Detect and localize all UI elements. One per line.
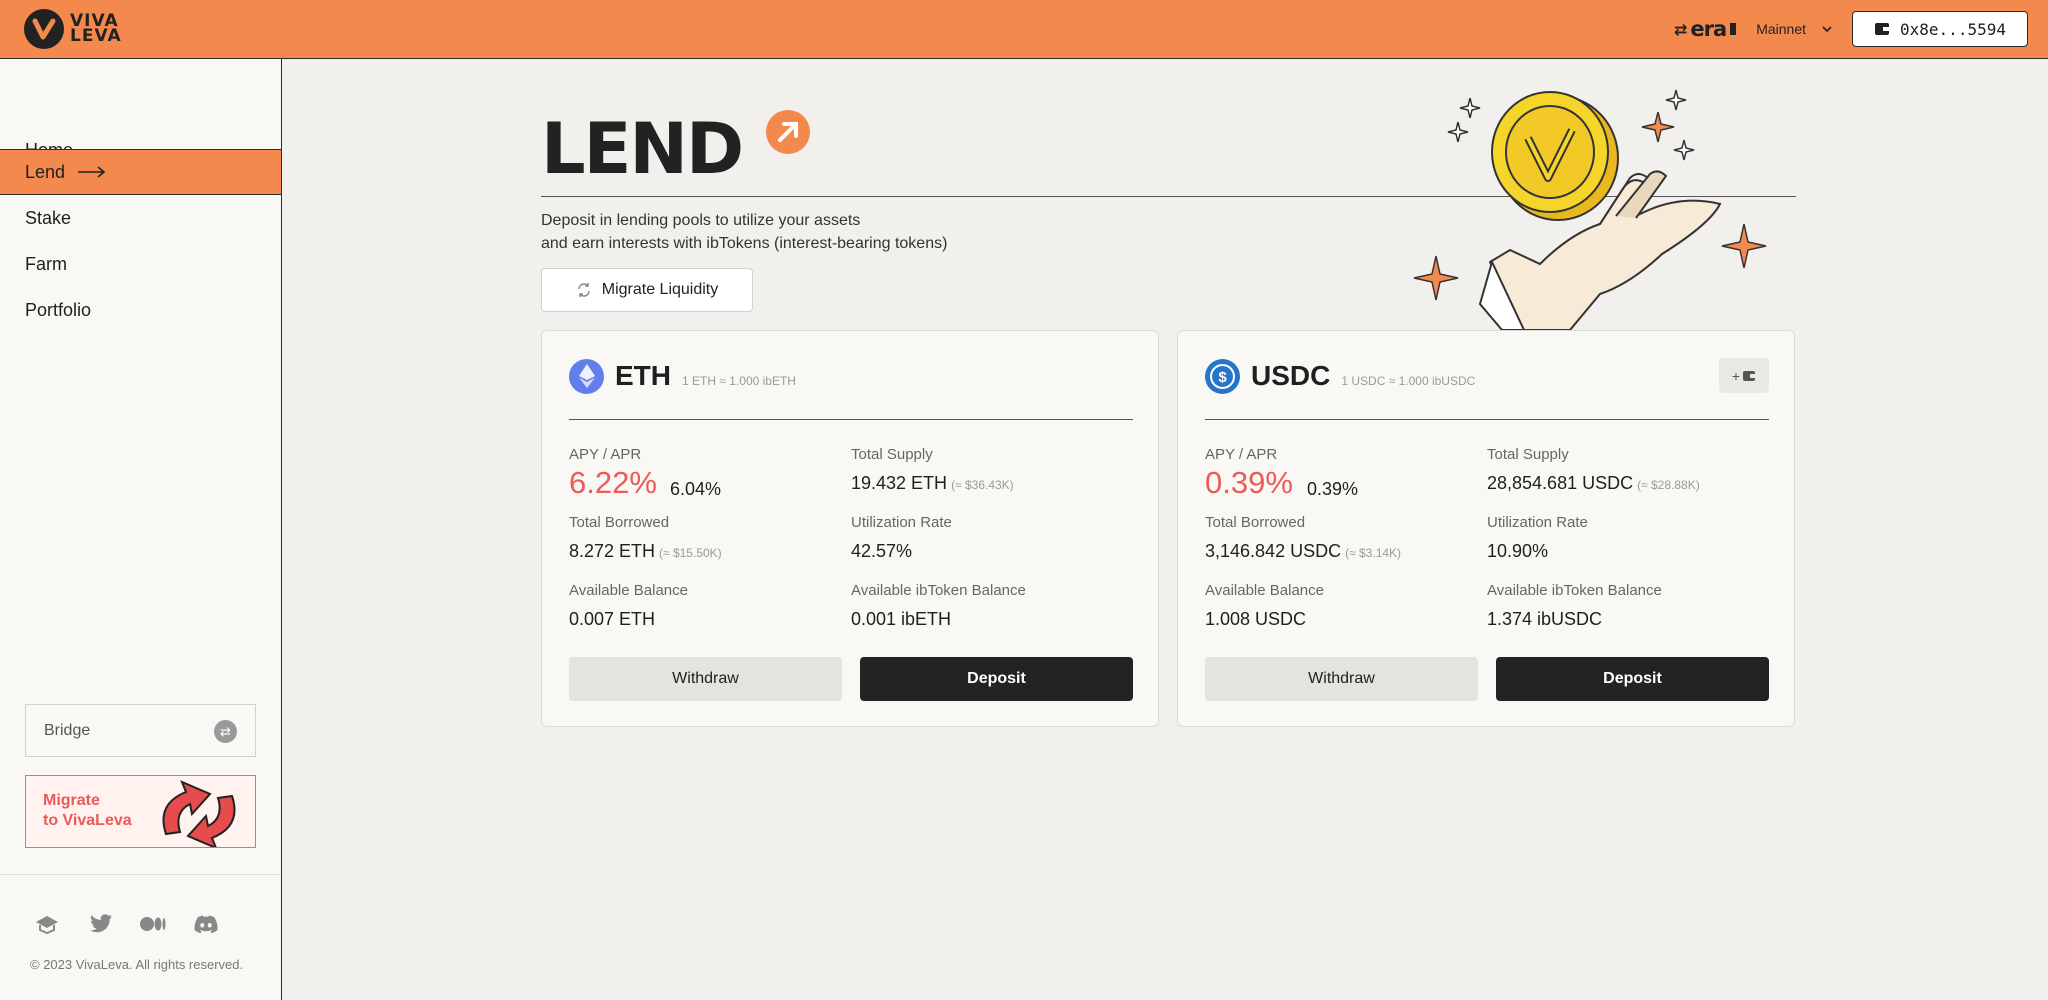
total-supply-value: 19.432 ETH (≈ $36.43K)	[851, 473, 1014, 493]
total-borrowed-label: Total Borrowed	[569, 514, 670, 531]
available-balance-label: Available Balance	[569, 582, 688, 599]
card-divider	[1205, 419, 1769, 420]
eth-icon	[569, 358, 604, 394]
pool-card-usdc: $ USDC 1 USDC ≈ 1.000 ibUSDC + APY / APR…	[1177, 330, 1795, 727]
arrow-right-icon	[78, 166, 106, 178]
exchange-rate: 1 ETH ≈ 1.000 ibETH	[682, 374, 796, 388]
sidebar: Home Lend Stake Farm Portfolio Bridge ⇄ …	[0, 59, 282, 1000]
withdraw-button[interactable]: Withdraw	[1205, 657, 1478, 701]
add-to-wallet-button[interactable]: +	[1719, 358, 1769, 393]
copyright: © 2023 VivaLeva. All rights reserved.	[30, 957, 244, 972]
pool-card-header: $ USDC 1 USDC ≈ 1.000 ibUSDC	[1205, 358, 1475, 394]
swap-icon: ⇄	[214, 720, 237, 743]
token-name: ETH	[615, 360, 671, 391]
refresh-icon	[578, 283, 590, 297]
sidebar-item-label: Lend	[25, 161, 66, 182]
docs-icon[interactable]	[33, 912, 61, 936]
logo[interactable]: VIVA LEVA	[24, 9, 122, 49]
twitter-icon[interactable]	[87, 912, 115, 936]
network-selector[interactable]: ⇄ era Mainnet	[1674, 17, 1834, 41]
migrate-liquidity-label: Migrate Liquidity	[601, 281, 719, 298]
total-borrowed-label: Total Borrowed	[1205, 514, 1306, 531]
pool-card-header: ETH 1 ETH ≈ 1.000 ibETH	[569, 358, 796, 394]
ibtoken-balance-label: Available ibToken Balance	[851, 582, 1026, 599]
usdc-icon: $	[1205, 358, 1240, 394]
deposit-button[interactable]: Deposit	[860, 657, 1133, 701]
arrow-up-right-icon	[766, 110, 810, 154]
total-borrowed-value: 3,146.842 USDC (≈ $3.14K)	[1205, 541, 1402, 561]
utilization-label: Utilization Rate	[1487, 514, 1588, 531]
logo-text: VIVA LEVA	[70, 11, 122, 46]
bridge-button[interactable]: Bridge ⇄	[25, 704, 256, 757]
apy-label: APY / APR	[569, 446, 642, 463]
sidebar-item-farm[interactable]: Farm	[0, 241, 281, 287]
sidebar-item-label: Portfolio	[25, 299, 92, 320]
wallet-button[interactable]: 0x8e...5594	[1852, 11, 2028, 47]
page-description: Deposit in lending pools to utilize your…	[541, 212, 948, 252]
discord-icon[interactable]	[192, 912, 220, 936]
chain-logo: ⇄ era	[1674, 17, 1737, 41]
utilization-label: Utilization Rate	[851, 514, 952, 531]
bridge-label: Bridge	[44, 721, 91, 739]
wallet-icon	[1743, 370, 1756, 381]
wallet-icon	[1875, 23, 1890, 35]
apr-value: 0.39%	[1307, 479, 1359, 499]
available-balance-label: Available Balance	[1205, 582, 1324, 599]
apy-value: 6.22%	[569, 465, 657, 500]
top-bar: VIVA LEVA ⇄ era Mainnet 0x8e...5594	[0, 0, 2048, 59]
page-title: LEND	[541, 108, 744, 190]
pool-card-eth: ETH 1 ETH ≈ 1.000 ibETH APY / APR 6.22% …	[541, 330, 1159, 727]
logo-icon	[24, 9, 64, 49]
migrate-cycle-icon	[162, 780, 236, 847]
utilization-value: 42.57%	[851, 541, 913, 561]
token-name: USDC	[1251, 360, 1331, 391]
wallet-address: 0x8e...5594	[1900, 19, 2006, 39]
migrate-banner-text: Migrate to VivaLeva	[43, 792, 132, 829]
utilization-value: 10.90%	[1487, 541, 1549, 561]
sidebar-item-lend[interactable]: Lend	[0, 149, 281, 195]
total-borrowed-value: 8.272 ETH (≈ $15.50K)	[569, 541, 722, 561]
medium-icon[interactable]	[139, 912, 167, 936]
chain-name: era	[1690, 17, 1727, 41]
sidebar-item-stake[interactable]: Stake	[0, 195, 281, 241]
withdraw-button[interactable]: Withdraw	[569, 657, 842, 701]
sidebar-item-label: Farm	[25, 253, 67, 274]
total-supply-label: Total Supply	[851, 446, 933, 463]
ibtoken-balance-value: 0.001 ibETH	[851, 609, 952, 629]
apy-value: 0.39%	[1205, 465, 1293, 500]
total-supply-value: 28,854.681 USDC (≈ $28.88K)	[1487, 473, 1700, 493]
sidebar-item-portfolio[interactable]: Portfolio	[0, 287, 281, 333]
chain-bar-icon	[1730, 23, 1737, 35]
apy-label: APY / APR	[1205, 446, 1278, 463]
deposit-button[interactable]: Deposit	[1496, 657, 1769, 701]
migrate-banner[interactable]: Migrate to VivaLeva	[25, 775, 256, 848]
ibtoken-balance-label: Available ibToken Balance	[1487, 582, 1662, 599]
available-balance-value: 0.007 ETH	[569, 609, 656, 629]
swap-arrows-icon: ⇄	[1674, 19, 1687, 39]
plus-icon: +	[1731, 367, 1741, 384]
svg-text:$: $	[1218, 369, 1227, 386]
network-label: Mainnet	[1756, 21, 1806, 37]
total-supply-label: Total Supply	[1487, 446, 1569, 463]
available-balance-value: 1.008 USDC	[1205, 609, 1307, 629]
card-divider	[569, 419, 1133, 420]
apr-value: 6.04%	[670, 479, 722, 499]
chevron-down-icon	[1822, 26, 1832, 33]
sidebar-item-label: Stake	[25, 207, 72, 228]
migrate-liquidity-button[interactable]: Migrate Liquidity	[541, 268, 753, 312]
hand-coin-illustration	[1413, 89, 1767, 330]
ibtoken-balance-value: 1.374 ibUSDC	[1487, 609, 1603, 629]
exchange-rate: 1 USDC ≈ 1.000 ibUSDC	[1341, 374, 1476, 388]
divider	[0, 874, 281, 875]
